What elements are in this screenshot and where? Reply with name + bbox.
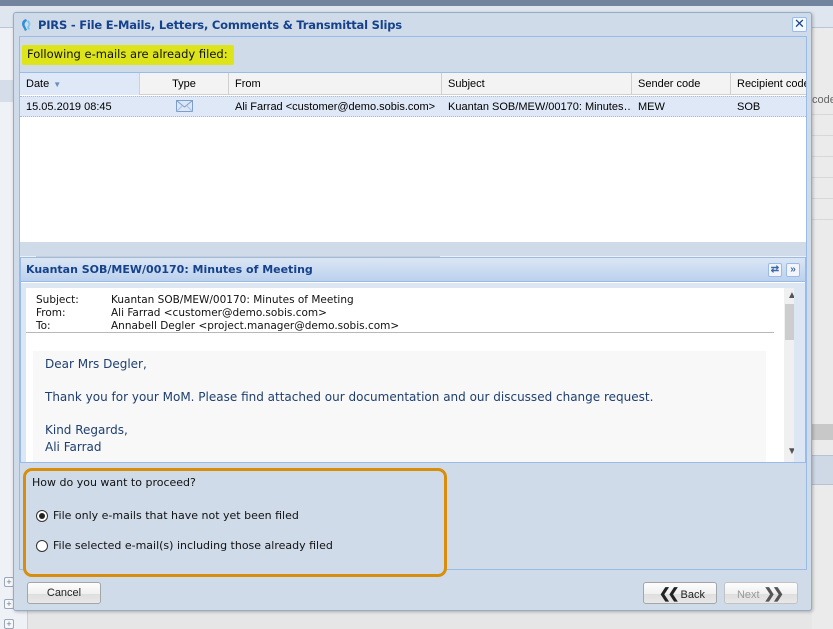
background-selected-row — [0, 80, 14, 102]
column-header-recipient-code[interactable]: Recipient code — [731, 73, 806, 95]
email-text: Thank you for your MoM. Please find atta… — [45, 390, 654, 404]
email-preview-panel: Kuantan SOB/MEW/00170: Minutes of Meetin… — [20, 257, 806, 463]
sort-descending-icon: ▼ — [53, 80, 62, 89]
from-value: Ali Farrad <customer@demo.sobis.com> — [111, 307, 327, 319]
proceed-options-group: How do you want to proceed? File only e-… — [23, 468, 447, 577]
pirs-logo-icon — [22, 19, 31, 31]
double-chevron-down-icon: » — [790, 264, 796, 275]
background-column-header: code — [812, 94, 833, 106]
double-chevron-left-icon: ❮❮ — [659, 585, 680, 601]
vertical-scrollbar[interactable]: ▲ ▼ — [784, 288, 794, 462]
subject-label: Subject: — [36, 294, 79, 306]
back-button[interactable]: ❮❮ Back — [643, 582, 717, 604]
cell-date: 15.05.2019 08:45 — [26, 101, 112, 113]
filed-emails-grid: Date ▼ Type From Subject Sender code Reci… — [20, 72, 806, 272]
email-closing: Kind Regards, — [45, 423, 128, 437]
close-button[interactable]: ✕ — [792, 17, 807, 32]
cell-recipient-code: SOB — [737, 101, 761, 113]
to-value: Annabell Degler <project.manager@demo.so… — [111, 320, 400, 332]
already-filed-notice: Following e-mails are already filed: — [22, 45, 234, 65]
next-label: Next — [736, 589, 760, 601]
preview-title: Kuantan SOB/MEW/00170: Minutes of Meetin… — [26, 263, 313, 276]
column-header-subject[interactable]: Subject — [442, 73, 632, 95]
proceed-question: How do you want to proceed? — [32, 476, 196, 489]
close-icon: ✕ — [794, 16, 805, 31]
column-header-type[interactable]: Type — [140, 73, 229, 95]
background-panel — [812, 455, 833, 485]
background-row-line — [812, 114, 833, 115]
column-header-from[interactable]: From — [229, 73, 442, 95]
option-label: File selected e-mail(s) including those … — [53, 539, 333, 552]
dialog-titlebar[interactable]: PIRS - File E-Mails, Letters, Comments &… — [14, 13, 811, 37]
cell-from: Ali Farrad <customer@demo.sobis.com> — [235, 101, 436, 113]
column-header-label: Date — [26, 78, 50, 90]
subject-value: Kuantan SOB/MEW/00170: Minutes of Meetin… — [111, 294, 354, 306]
background-grid — [812, 28, 833, 629]
email-content: Subject: Kuantan SOB/MEW/00170: Minutes … — [26, 288, 794, 462]
scrollbar-thumb[interactable] — [785, 304, 794, 340]
cell-sender-code: MEW — [638, 101, 665, 113]
background-row-line — [812, 135, 833, 136]
preview-body: Subject: Kuantan SOB/MEW/00170: Minutes … — [21, 283, 805, 462]
column-header-sender-code[interactable]: Sender code — [632, 73, 731, 95]
email-body: Dear Mrs Degler, Thank you for your MoM.… — [33, 351, 766, 462]
radio-button-selected[interactable] — [36, 510, 48, 522]
back-label: Back — [680, 589, 705, 601]
next-button[interactable]: Next ❯❯ — [724, 582, 798, 604]
expand-icon[interactable]: + — [4, 619, 14, 629]
email-greeting: Dear Mrs Degler, — [45, 357, 147, 371]
cell-subject: Kuantan SOB/MEW/00170: Minutes… — [448, 101, 632, 113]
refresh-button[interactable]: ⇄ — [768, 263, 782, 277]
dialog-title: PIRS - File E-Mails, Letters, Comments &… — [38, 18, 402, 32]
scroll-down-icon[interactable]: ▼ — [784, 444, 794, 460]
background-row-line — [812, 219, 833, 220]
background-row-line — [812, 177, 833, 178]
background-row-line — [812, 156, 833, 157]
table-row[interactable]: 15.05.2019 08:45 Ali Farrad <customer@de… — [20, 96, 806, 117]
background-row-line — [812, 198, 833, 199]
header-divider — [26, 332, 774, 333]
grid-header: Date ▼ Type From Subject Sender code Reci… — [20, 73, 806, 95]
file-emails-dialog: PIRS - File E-Mails, Letters, Comments &… — [13, 12, 812, 611]
option-label: File only e-mails that have not yet been… — [53, 509, 299, 522]
envelope-icon — [176, 100, 193, 112]
to-label: To: — [36, 320, 51, 332]
cancel-button[interactable]: Cancel — [27, 582, 101, 604]
preview-header: Kuantan SOB/MEW/00170: Minutes of Meetin… — [21, 258, 805, 282]
double-chevron-right-icon: ❯❯ — [763, 585, 785, 601]
scroll-up-icon[interactable]: ▲ — [784, 288, 794, 304]
column-header-date[interactable]: Date ▼ — [20, 73, 140, 95]
radio-button[interactable] — [36, 540, 48, 552]
email-signature: Ali Farrad — [45, 439, 102, 454]
from-label: From: — [36, 307, 66, 319]
dialog-body: Following e-mails are already filed: Dat… — [19, 36, 807, 577]
refresh-icon: ⇄ — [770, 264, 780, 275]
background-scrollbar — [812, 424, 833, 440]
collapse-button[interactable]: » — [786, 263, 800, 277]
